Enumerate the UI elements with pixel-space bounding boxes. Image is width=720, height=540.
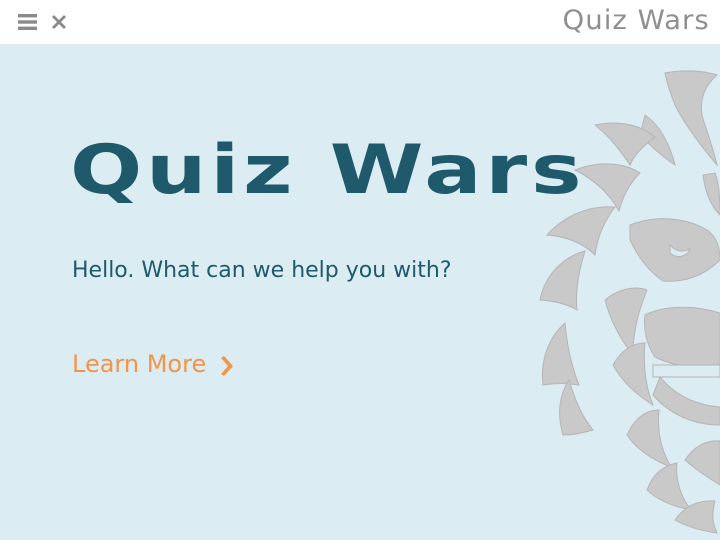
- learn-more-link[interactable]: Learn More: [72, 350, 234, 378]
- brand-logo-text[interactable]: Quiz Wars: [562, 5, 709, 36]
- hamburger-menu-icon[interactable]: [18, 12, 38, 32]
- learn-more-label: Learn More: [72, 350, 207, 378]
- close-icon[interactable]: [50, 13, 68, 31]
- chevron-right-icon: [218, 354, 234, 376]
- hero-section: Quiz Wars Hello. What can we help you wi…: [0, 45, 720, 540]
- hero-title: Quiz Wars: [70, 131, 586, 210]
- top-bar: Quiz Wars: [0, 0, 720, 45]
- wookiee-emblem-icon: [535, 65, 720, 535]
- hero-subtitle: Hello. What can we help you with?: [72, 258, 452, 283]
